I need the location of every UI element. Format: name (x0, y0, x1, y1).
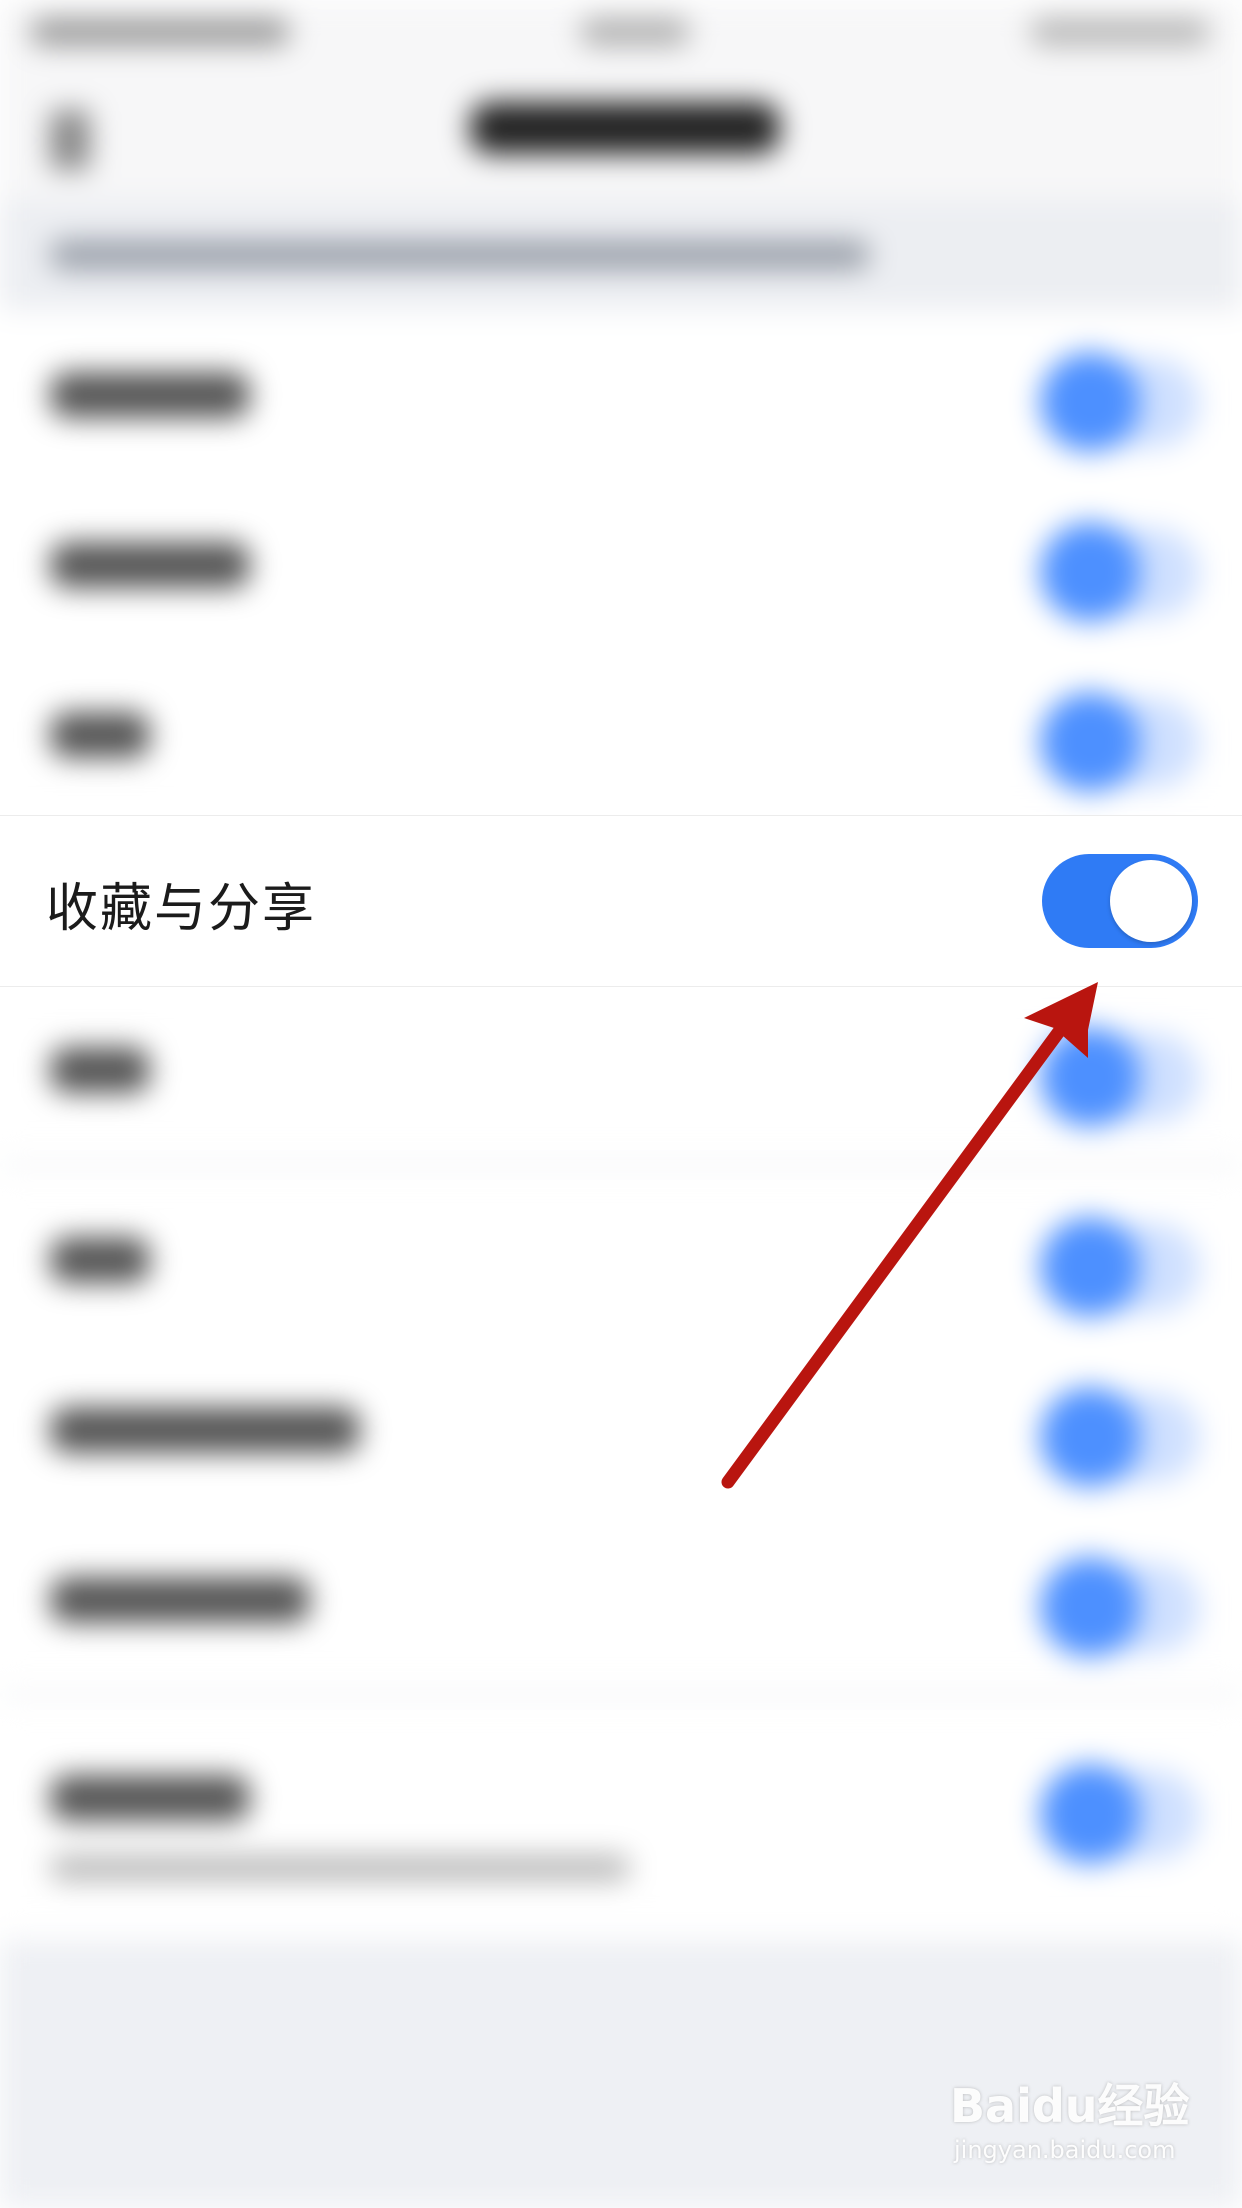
status-bar-right (1030, 18, 1210, 46)
settings-row-1[interactable] (0, 310, 1242, 480)
settings-row-label (50, 1775, 250, 1821)
settings-row-2[interactable] (0, 480, 1242, 650)
screen: 收藏与分享 Baidu经验 jingyan.baidu.com (0, 0, 1242, 2208)
toggle-knob[interactable] (1040, 1027, 1140, 1127)
status-bar-left (30, 18, 290, 46)
settings-row-label (50, 1237, 150, 1283)
settings-row-5[interactable] (0, 985, 1242, 1155)
settings-row-favorites-share[interactable]: 收藏与分享 (0, 815, 1242, 987)
settings-row-3[interactable] (0, 650, 1242, 820)
settings-row-7[interactable] (0, 1345, 1242, 1515)
settings-row-8[interactable] (0, 1515, 1242, 1685)
toggle-knob[interactable] (1040, 1557, 1140, 1657)
settings-row-label (50, 372, 250, 418)
toggle-knob[interactable] (1040, 522, 1140, 622)
favorites-share-label: 收藏与分享 (46, 879, 317, 939)
baidu-jingyan-watermark: Baidu经验 jingyan.baidu.com (950, 2070, 1220, 2180)
watermark-logo-text: Baidu经验 (950, 2079, 1190, 2133)
blurred-background (0, 0, 1242, 2208)
section-note (0, 200, 1242, 310)
settings-row-label (50, 542, 250, 588)
settings-row-description (50, 1855, 630, 1881)
section-note-text (50, 240, 870, 270)
toggle-knob[interactable] (1040, 1217, 1140, 1317)
status-bar (0, 0, 1242, 90)
settings-row-9[interactable] (0, 1705, 1242, 1930)
status-bar-time (580, 18, 690, 46)
divider (0, 1690, 1242, 1700)
nav-title (470, 102, 780, 154)
toggle-knob[interactable] (1110, 860, 1192, 942)
watermark-url: jingyan.baidu.com (954, 2136, 1176, 2164)
settings-row-6[interactable] (0, 1175, 1242, 1345)
toggle-knob[interactable] (1040, 352, 1140, 452)
settings-row-label (50, 1047, 150, 1093)
divider (0, 1160, 1242, 1170)
back-icon[interactable] (50, 110, 90, 170)
favorites-share-toggle[interactable] (1042, 854, 1198, 948)
nav-bar (0, 90, 1242, 200)
settings-row-label (50, 1407, 360, 1453)
settings-row-label (50, 712, 150, 758)
toggle-knob[interactable] (1040, 1764, 1140, 1864)
toggle-knob[interactable] (1040, 1387, 1140, 1487)
toggle-knob[interactable] (1040, 692, 1140, 792)
settings-row-label (50, 1577, 310, 1623)
